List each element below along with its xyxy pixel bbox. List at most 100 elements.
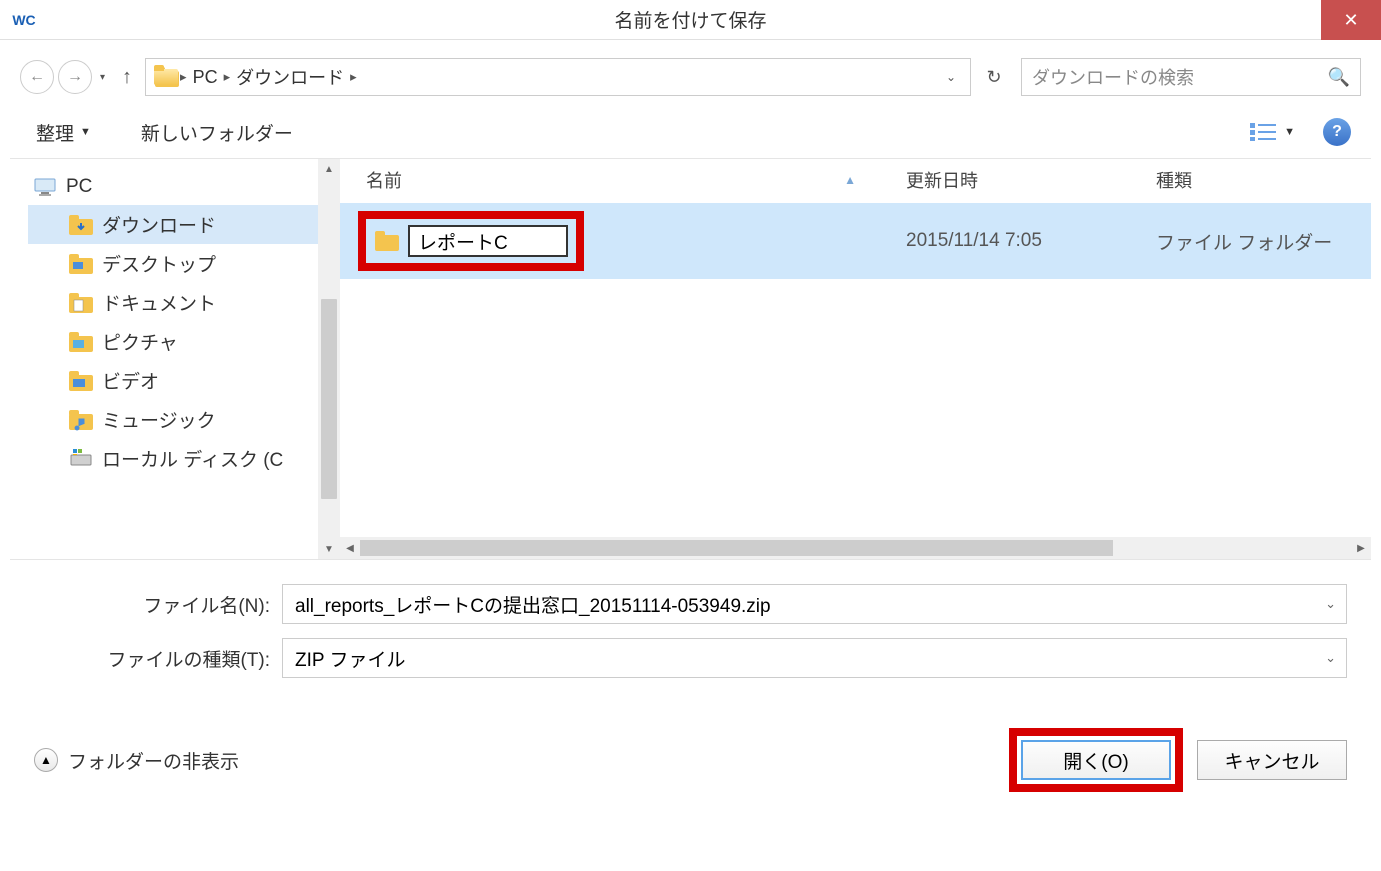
tree-item-desktop[interactable]: デスクトップ: [28, 244, 318, 283]
folder-icon: [374, 229, 400, 253]
file-row-selected[interactable]: 2015/11/14 7:05 ファイル フォルダー: [340, 203, 1371, 279]
refresh-icon: ↻: [986, 67, 1001, 88]
filename-value: all_reports_レポートCの提出窓口_20151114-053949.z…: [295, 591, 771, 618]
address-dropdown-icon[interactable]: ⌄: [946, 70, 956, 84]
navigation-row: ← → ▾ ↑ ▸ PC ▸ ダウンロード ▸ ⌄ ↻ ダウンロードの検索 🔍: [10, 50, 1371, 112]
chevron-down-icon[interactable]: ⌄: [1325, 596, 1336, 612]
open-button[interactable]: 開く(O): [1021, 740, 1171, 780]
folder-music-icon: [68, 408, 94, 432]
hide-folders-label[interactable]: フォルダーの非表示: [68, 747, 239, 774]
search-box[interactable]: ダウンロードの検索 🔍: [1021, 58, 1361, 96]
folder-desktop-icon: [68, 252, 94, 276]
scroll-track[interactable]: [360, 540, 1351, 556]
tree-label: ドキュメント: [102, 289, 216, 316]
app-icon: WC: [12, 8, 36, 32]
toolbar: 整理 ▼ 新しいフォルダー ▼ ?: [10, 112, 1371, 159]
chevron-down-icon: ▼: [80, 126, 91, 138]
annotation-highlight: 開く(O): [1009, 728, 1183, 792]
chevron-up-icon: ▲: [40, 753, 52, 767]
column-date[interactable]: 更新日時: [906, 167, 1156, 193]
search-icon: 🔍: [1328, 67, 1350, 88]
window-title: 名前を付けて保存: [614, 6, 766, 33]
breadcrumb-sep-icon: ▸: [350, 69, 357, 85]
filetype-value: ZIP ファイル: [295, 645, 406, 672]
close-button[interactable]: ✕: [1321, 0, 1381, 40]
arrow-right-icon: →: [67, 68, 83, 86]
column-name-label: 名前: [366, 167, 402, 193]
file-date: 2015/11/14 7:05: [906, 230, 1156, 252]
folder-tree: PC ダウンロード デスクトップ ドキュメント: [10, 159, 318, 559]
titlebar: WC 名前を付けて保存 ✕: [0, 0, 1381, 40]
folder-download-icon: [154, 65, 180, 89]
tree-item-documents[interactable]: ドキュメント: [28, 283, 318, 322]
up-button[interactable]: ↑: [113, 63, 141, 91]
history-dropdown[interactable]: ▾: [100, 72, 105, 83]
collapse-folders-button[interactable]: ▲: [34, 748, 58, 772]
help-button[interactable]: ?: [1323, 118, 1351, 146]
footer: ▲ フォルダーの非表示 開く(O) キャンセル: [10, 692, 1371, 810]
refresh-button[interactable]: ↻: [977, 60, 1011, 94]
view-options-button[interactable]: ▼: [1250, 123, 1295, 141]
column-name[interactable]: 名前 ▲: [366, 167, 906, 193]
scroll-right-icon[interactable]: ▶: [1351, 537, 1371, 559]
tree-item-pictures[interactable]: ピクチャ: [28, 322, 318, 361]
tree-label: デスクトップ: [102, 250, 216, 277]
arrow-up-icon: ↑: [122, 66, 132, 89]
filename-label: ファイル名(N):: [34, 591, 282, 618]
column-headers: 名前 ▲ 更新日時 種類: [340, 159, 1371, 203]
tree-label: ピクチャ: [102, 328, 178, 355]
tree-label: ローカル ディスク (C: [102, 445, 283, 472]
folder-documents-icon: [68, 291, 94, 315]
tree-item-videos[interactable]: ビデオ: [28, 361, 318, 400]
new-folder-button[interactable]: 新しいフォルダー: [141, 119, 293, 146]
chevron-down-icon: ▼: [1284, 126, 1295, 138]
organize-label: 整理: [36, 119, 74, 146]
main-area: PC ダウンロード デスクトップ ドキュメント: [10, 159, 1371, 559]
breadcrumb-pc[interactable]: PC: [187, 67, 224, 88]
scroll-up-icon[interactable]: ▲: [318, 159, 340, 179]
folder-pictures-icon: [68, 330, 94, 354]
column-type[interactable]: 種類: [1156, 167, 1357, 193]
app-icon-text: WC: [12, 12, 35, 28]
chevron-down-icon[interactable]: ⌄: [1325, 650, 1336, 666]
help-icon: ?: [1332, 123, 1342, 141]
file-type: ファイル フォルダー: [1156, 228, 1357, 255]
address-bar[interactable]: ▸ PC ▸ ダウンロード ▸ ⌄: [145, 58, 971, 96]
filename-input[interactable]: all_reports_レポートCの提出窓口_20151114-053949.z…: [282, 584, 1347, 624]
breadcrumb-downloads[interactable]: ダウンロード: [230, 64, 350, 90]
drive-icon: [68, 447, 94, 471]
folder-videos-icon: [68, 369, 94, 393]
folder-download-icon: [68, 213, 94, 237]
sidebar: PC ダウンロード デスクトップ ドキュメント: [10, 159, 340, 559]
filetype-label: ファイルの種類(T):: [34, 645, 282, 672]
scroll-thumb[interactable]: [360, 540, 1113, 556]
annotation-highlight: [358, 211, 584, 271]
filename-section: ファイル名(N): all_reports_レポートCの提出窓口_2015111…: [10, 559, 1371, 678]
file-list-pane: 名前 ▲ 更新日時 種類 2015/11/14 7:05 ファイル フォルダー …: [340, 159, 1371, 559]
tree-label: ビデオ: [102, 367, 159, 394]
view-details-icon: [1250, 123, 1276, 141]
tree-label: ダウンロード: [102, 211, 216, 238]
scroll-thumb[interactable]: [321, 299, 337, 499]
tree-item-music[interactable]: ミュージック: [28, 400, 318, 439]
pc-icon: [32, 175, 58, 199]
tree-item-pc[interactable]: PC: [28, 169, 318, 205]
rename-input[interactable]: [408, 225, 568, 257]
filetype-select[interactable]: ZIP ファイル ⌄: [282, 638, 1347, 678]
search-placeholder: ダウンロードの検索: [1032, 64, 1328, 90]
arrow-left-icon: ←: [29, 68, 45, 86]
close-icon: ✕: [1343, 10, 1358, 31]
scroll-down-icon[interactable]: ▼: [318, 539, 340, 559]
organize-button[interactable]: 整理 ▼: [36, 119, 91, 146]
forward-button[interactable]: →: [58, 60, 92, 94]
horizontal-scrollbar[interactable]: ◀ ▶: [340, 537, 1371, 559]
tree-item-local-disk[interactable]: ローカル ディスク (C: [28, 439, 318, 478]
sort-asc-icon: ▲: [844, 173, 856, 187]
tree-scrollbar[interactable]: ▲ ▼: [318, 159, 340, 559]
back-button[interactable]: ←: [20, 60, 54, 94]
cancel-button[interactable]: キャンセル: [1197, 740, 1347, 780]
scroll-left-icon[interactable]: ◀: [340, 537, 360, 559]
tree-label: PC: [66, 176, 92, 198]
tree-label: ミュージック: [102, 406, 216, 433]
tree-item-downloads[interactable]: ダウンロード: [28, 205, 318, 244]
